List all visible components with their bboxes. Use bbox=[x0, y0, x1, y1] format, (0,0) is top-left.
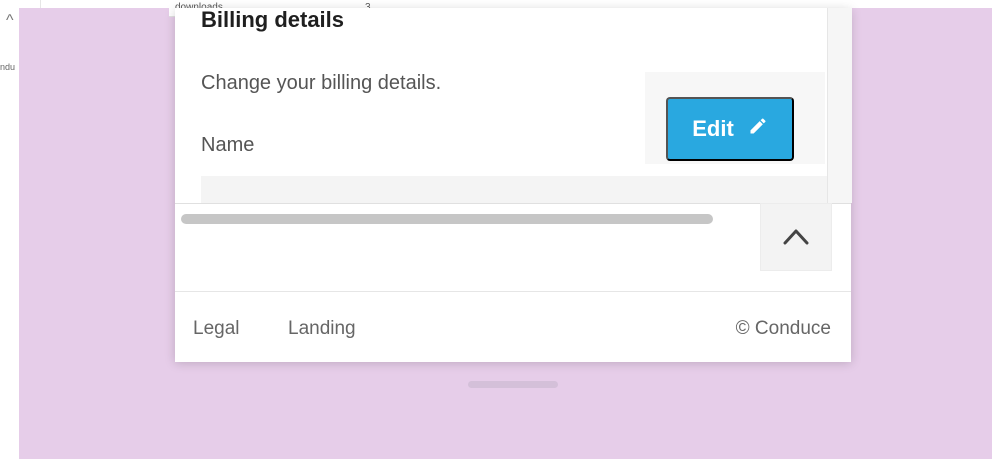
scroll-to-top-button[interactable] bbox=[760, 203, 832, 271]
vertical-scrollbar[interactable] bbox=[827, 8, 852, 203]
chevron-up-icon bbox=[783, 227, 809, 248]
billing-card: Billing details Change your billing deta… bbox=[175, 8, 852, 362]
pencil-icon bbox=[748, 116, 768, 142]
section-subtitle: Change your billing details. bbox=[201, 72, 442, 94]
drag-handle[interactable] bbox=[468, 381, 558, 388]
edit-button[interactable]: Edit bbox=[666, 97, 794, 161]
canvas: downloads 3 Billing details Change your … bbox=[19, 2, 992, 459]
footer: Legal Landing © Conduce bbox=[175, 291, 851, 362]
footer-link-legal[interactable]: Legal bbox=[193, 318, 240, 340]
billing-scroll-area[interactable]: Billing details Change your billing deta… bbox=[175, 8, 827, 203]
footer-copyright: © Conduce bbox=[735, 318, 831, 339]
name-field[interactable] bbox=[201, 176, 827, 203]
background-left-label: ndu bbox=[0, 62, 16, 72]
section-title: Billing details bbox=[201, 8, 345, 32]
edit-button-label: Edit bbox=[692, 116, 734, 141]
footer-link-landing[interactable]: Landing bbox=[288, 318, 356, 340]
horizontal-scrollbar[interactable] bbox=[175, 203, 851, 234]
name-field-label: Name bbox=[201, 134, 255, 156]
horizontal-scrollbar-thumb[interactable] bbox=[181, 214, 713, 224]
